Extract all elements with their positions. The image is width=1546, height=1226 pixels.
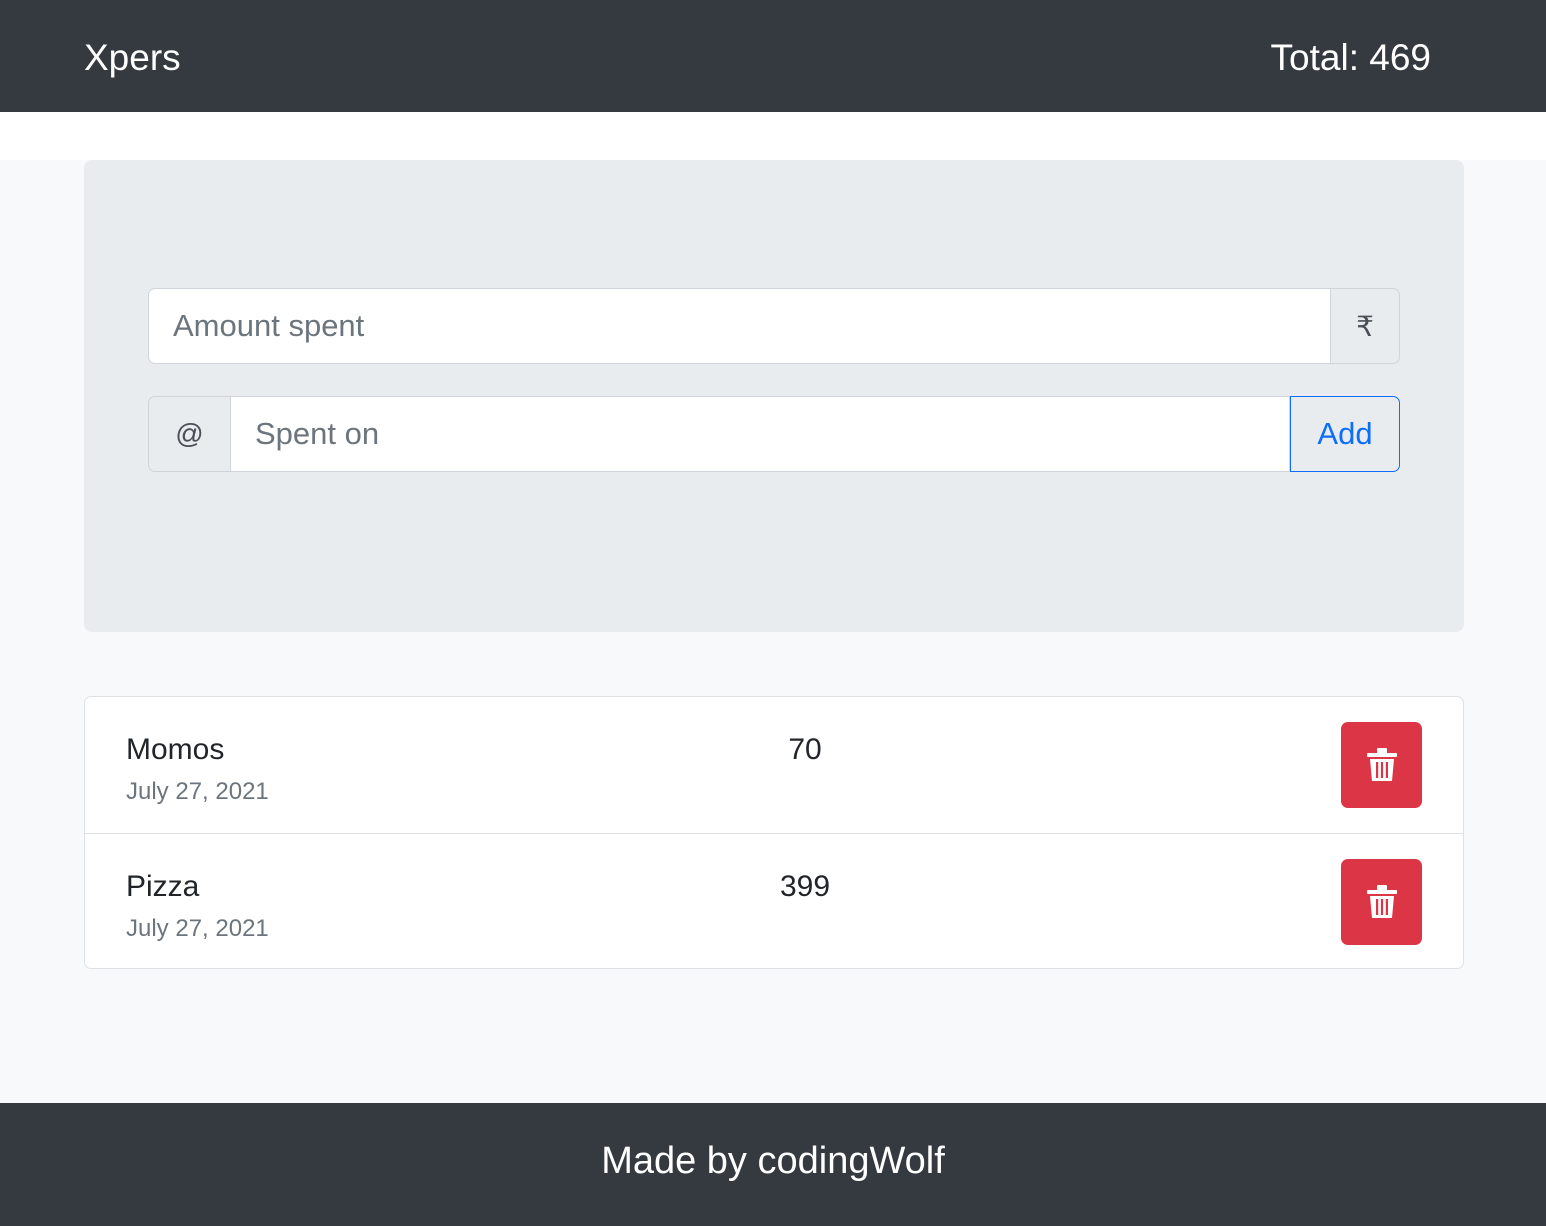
trash-icon [1366,885,1397,918]
expense-name: Pizza [126,870,200,903]
spent-on-input[interactable] [230,396,1290,472]
footer: Made by codingWolf [0,1103,1546,1226]
spent-on-input-group: @ Add [148,396,1400,472]
expense-date: July 27, 2021 [126,915,269,942]
expense-amount: 399 [779,870,831,903]
list-item: Pizza July 27, 2021 399 [85,833,1463,968]
footer-credit: Made by codingWolf [601,1140,945,1182]
list-item: Momos July 27, 2021 70 [85,697,1463,833]
expense-date: July 27, 2021 [126,778,269,805]
add-button[interactable]: Add [1290,396,1400,472]
amount-spent-input[interactable] [148,288,1331,364]
navbar-spacer [0,112,1546,160]
amount-input-group: ₹ [148,288,1400,364]
trash-icon [1366,748,1397,781]
delete-button[interactable] [1341,722,1422,808]
expense-amount: 70 [788,733,822,766]
at-icon: @ [148,396,230,472]
total-amount: Total: 469 [1270,37,1431,78]
expense-form-panel: ₹ @ Add [84,160,1464,632]
expense-name: Momos [126,733,225,766]
navbar: Xpers Total: 469 [0,0,1546,112]
delete-button[interactable] [1341,859,1422,945]
rupee-icon: ₹ [1331,288,1400,364]
brand-logo[interactable]: Xpers [84,34,181,82]
expense-list: Momos July 27, 2021 70 Pizza July 27, 20… [84,696,1464,969]
